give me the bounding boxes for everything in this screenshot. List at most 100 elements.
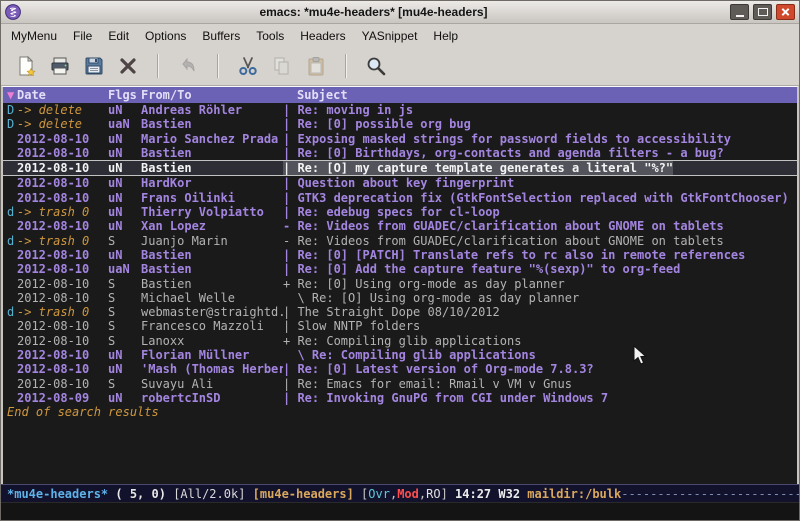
row-flags: uN	[108, 176, 141, 190]
menu-item-yasnippet[interactable]: YASnippet	[354, 25, 426, 47]
new-file-button[interactable]	[11, 51, 41, 81]
minibuffer[interactable]	[1, 502, 799, 520]
row-date: 2012-08-10	[17, 146, 108, 160]
message-row[interactable]: 2012-08-10SBastien+ Re: [0] Using org-mo…	[3, 277, 797, 291]
end-of-results: End of search results	[3, 405, 797, 419]
row-from: Florian Müllner	[141, 348, 283, 362]
row-date: 2012-08-09	[17, 391, 108, 405]
open-file-button[interactable]	[45, 51, 75, 81]
message-row[interactable]: D-> deleteuaNBastien| Re: [0] possible o…	[3, 117, 797, 131]
message-row[interactable]: 2012-08-10SFrancesco Mazzoli| Slow NNTP …	[3, 319, 797, 333]
row-subject: | Re: Emacs for email: Rmail v VM v Gnus	[283, 377, 797, 391]
column-header-flags[interactable]: Flgs	[108, 87, 141, 103]
message-row[interactable]: d-> trash 0SJuanjo Marin- Re: Videos fro…	[3, 234, 797, 248]
row-date: -> delete	[17, 103, 108, 117]
row-subject: | Re: [0] possible org bug	[283, 117, 797, 131]
menu-item-file[interactable]: File	[65, 25, 100, 47]
message-row[interactable]: 2012-08-10SLanoxx+ Re: Compiling glib ap…	[3, 334, 797, 348]
row-mark-char	[3, 132, 17, 146]
row-from: Michael Welle	[141, 291, 283, 305]
message-row[interactable]: 2012-08-10uNBastien| Re: [0] Birthdays, …	[3, 146, 797, 160]
close-buffer-button[interactable]	[113, 51, 143, 81]
menu-item-tools[interactable]: Tools	[248, 25, 292, 47]
row-from: Bastien	[141, 262, 283, 276]
tool-bar	[1, 47, 799, 86]
row-flags: uN	[108, 146, 141, 160]
row-mark-char	[3, 391, 17, 405]
menu-item-headers[interactable]: Headers	[292, 25, 353, 47]
message-row[interactable]: 2012-08-10SMichael Welle \ Re: [O] Using…	[3, 291, 797, 305]
row-date: 2012-08-10	[17, 191, 108, 205]
minimize-icon	[736, 15, 744, 17]
row-mark-char	[3, 161, 17, 175]
menu-item-help[interactable]: Help	[425, 25, 466, 47]
menu-item-edit[interactable]: Edit	[100, 25, 137, 47]
buffer-empty-area	[3, 420, 797, 484]
save-buffer-button[interactable]	[79, 51, 109, 81]
column-header-subject[interactable]: Subject	[283, 87, 797, 103]
message-row[interactable]: 2012-08-10uNXan Lopez- Re: Videos from G…	[3, 219, 797, 233]
row-date: 2012-08-10	[17, 219, 108, 233]
window-title: emacs: *mu4e-headers* [mu4e-headers]	[21, 5, 726, 19]
row-mark-char	[3, 248, 17, 262]
menu-item-options[interactable]: Options	[137, 25, 194, 47]
row-subject: - Re: Videos from GUADEC/clarification a…	[283, 234, 797, 248]
menu-item-mymenu[interactable]: MyMenu	[3, 25, 65, 47]
row-from: Bastien	[141, 117, 283, 131]
row-subject: | Question about key fingerprint	[283, 176, 797, 190]
menu-item-buffers[interactable]: Buffers	[194, 25, 248, 47]
column-header-from[interactable]: From/To	[141, 87, 283, 103]
sort-indicator-icon[interactable]: ▼	[3, 87, 17, 103]
modeline-comma-1: ,	[390, 486, 397, 502]
message-row[interactable]: 2012-08-10uNBastien| Re: [O] my capture …	[3, 160, 797, 176]
row-date: 2012-08-10	[17, 319, 108, 333]
modeline-ro-flag: RO	[426, 486, 440, 502]
save-buffer-icon	[83, 55, 105, 77]
message-row[interactable]: D-> deleteuNAndreas Röhler| Re: moving i…	[3, 103, 797, 117]
search-button[interactable]	[361, 51, 391, 81]
message-row[interactable]: 2012-08-10uaNBastien| Re: [0] Add the ca…	[3, 262, 797, 276]
message-row[interactable]: 2012-08-10uNMario Sanchez Prada| Exposin…	[3, 132, 797, 146]
row-from: webmaster@straightd...	[141, 305, 283, 319]
maximize-button[interactable]	[753, 4, 772, 20]
minimize-button[interactable]	[730, 4, 749, 20]
message-row[interactable]: d-> trash 0uNThierry Volpiatto| Re: edeb…	[3, 205, 797, 219]
row-subject: \ Re: [O] Using org-mode as day planner	[283, 291, 797, 305]
message-row[interactable]: 2012-08-10SSuvayu Ali| Re: Emacs for ema…	[3, 377, 797, 391]
row-flags: S	[108, 334, 141, 348]
row-flags: uN	[108, 161, 141, 175]
row-flags: S	[108, 377, 141, 391]
row-mark-char	[3, 191, 17, 205]
message-row[interactable]: 2012-08-09uNrobertcInSD| Re: Invoking Gn…	[3, 391, 797, 405]
message-row[interactable]: 2012-08-10uNFlorian Müllner \ Re: Compil…	[3, 348, 797, 362]
modeline-maildir: maildir:/bulk	[527, 486, 621, 502]
modeline-major-mode: [mu4e-headers]	[253, 486, 361, 502]
message-row[interactable]: 2012-08-10uNBastien| Re: [0] [PATCH] Tra…	[3, 248, 797, 262]
row-date: 2012-08-10	[17, 176, 108, 190]
row-subject: | GTK3 deprecation fix (GtkFontSelection…	[283, 191, 797, 205]
row-flags: uaN	[108, 117, 141, 131]
row-mark-char	[3, 348, 17, 362]
row-subject: | Slow NNTP folders	[283, 319, 797, 333]
row-from: Andreas Röhler	[141, 103, 283, 117]
row-subject: + Re: Compiling glib applications	[283, 334, 797, 348]
modeline-buffer-name: *mu4e-headers*	[7, 486, 108, 502]
modeline-week: W32	[498, 486, 527, 502]
column-header-date[interactable]: Date	[17, 87, 108, 103]
message-row[interactable]: 2012-08-10uNFrans Oilinki| GTK3 deprecat…	[3, 191, 797, 205]
row-subject: | The Straight Dope 08/10/2012	[283, 305, 797, 319]
row-mark-char	[3, 362, 17, 376]
title-bar[interactable]: emacs: *mu4e-headers* [mu4e-headers]	[1, 1, 799, 24]
message-row[interactable]: 2012-08-10uN'Mash (Thomas Herbert)| Re: …	[3, 362, 797, 376]
message-row[interactable]: 2012-08-10uNHardKor| Question about key …	[3, 176, 797, 190]
row-from: 'Mash (Thomas Herbert)	[141, 362, 283, 376]
row-from: Mario Sanchez Prada	[141, 132, 283, 146]
close-button[interactable]	[776, 4, 795, 20]
row-from: Bastien	[141, 146, 283, 160]
row-mark-char: D	[3, 117, 17, 131]
cut-button[interactable]	[233, 51, 263, 81]
close-icon	[777, 5, 794, 19]
modeline-comma-2: ,	[419, 486, 426, 502]
row-from: Frans Oilinki	[141, 191, 283, 205]
message-row[interactable]: d-> trash 0Swebmaster@straightd...| The …	[3, 305, 797, 319]
